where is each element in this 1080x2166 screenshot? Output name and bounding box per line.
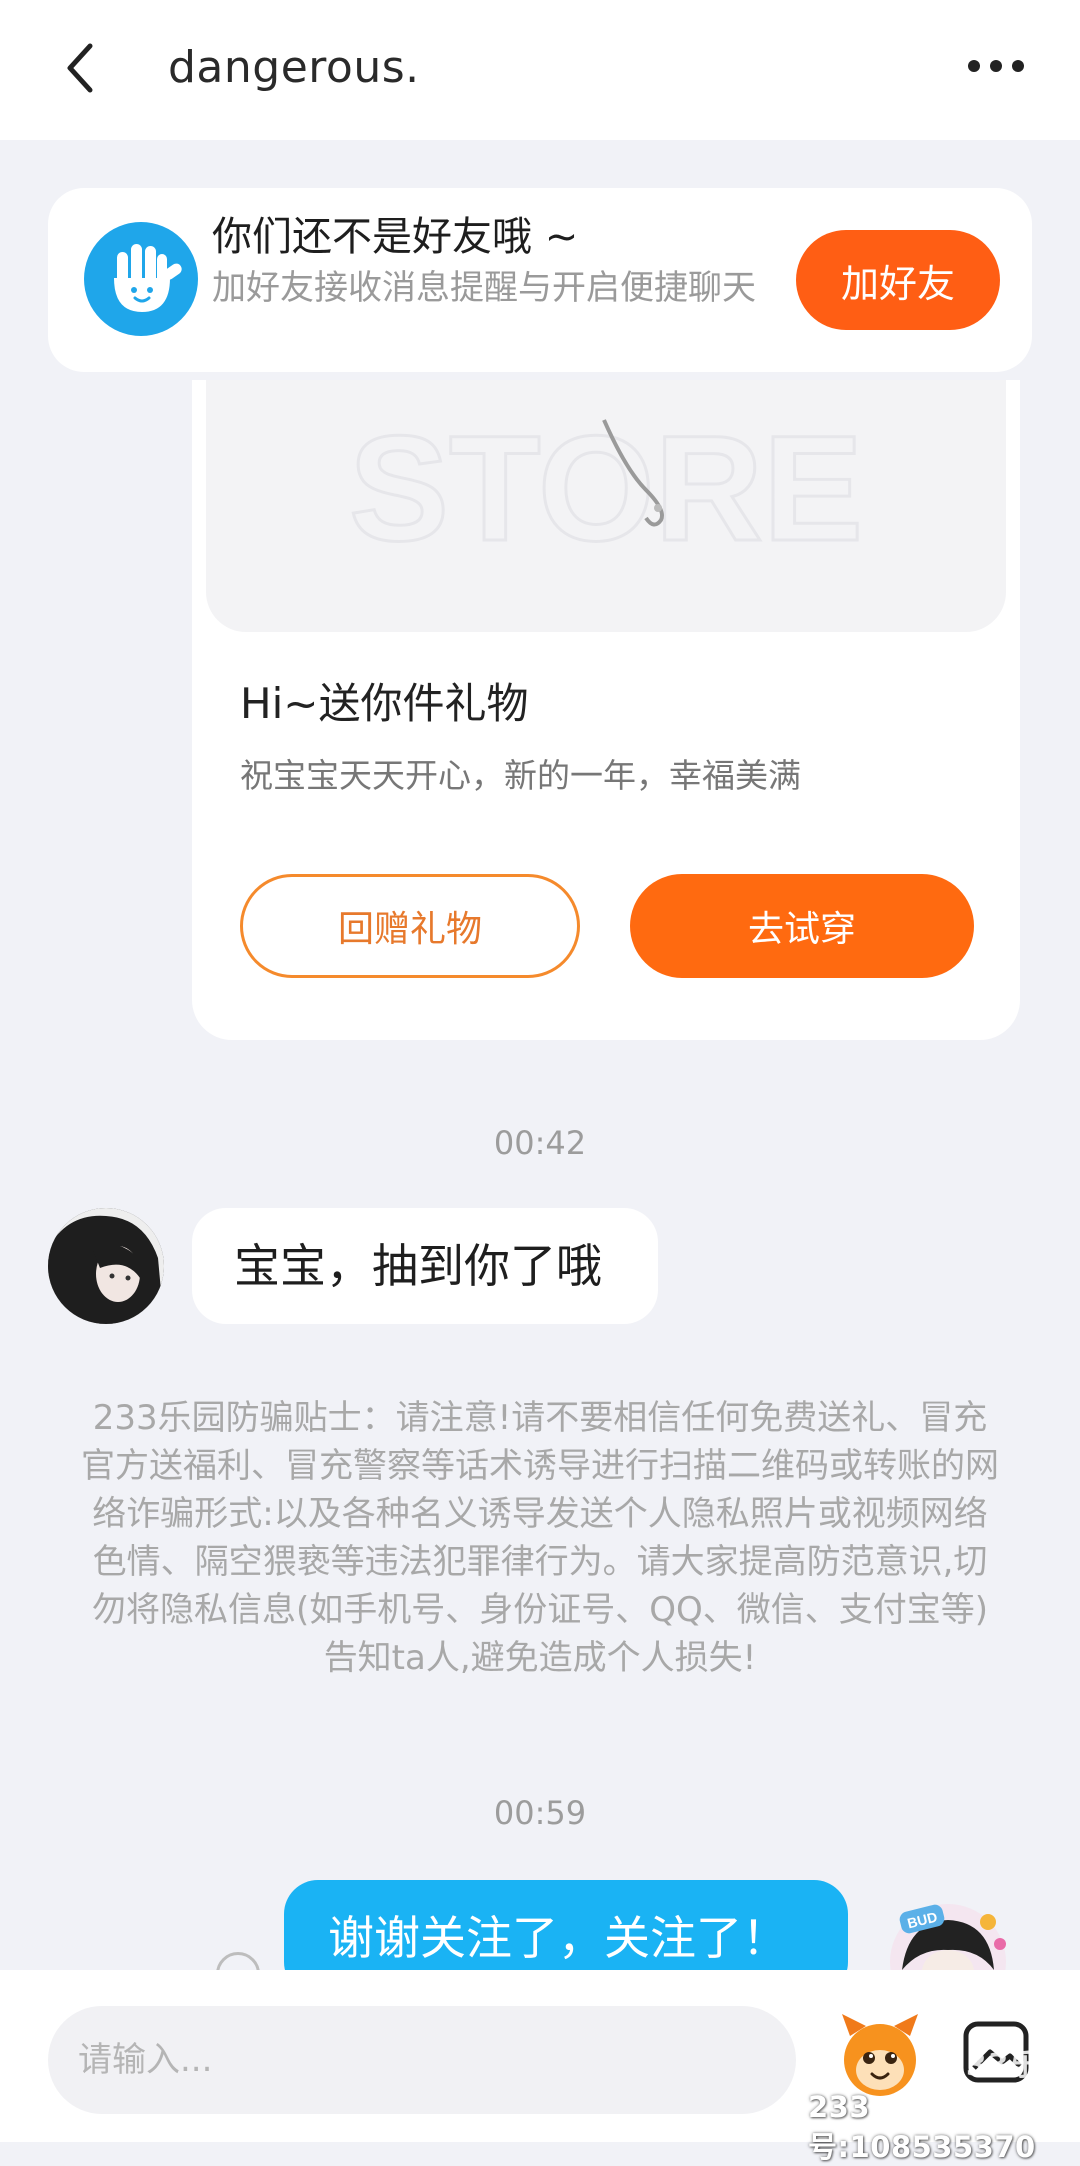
- waving-hand-icon: [84, 222, 198, 336]
- chat-title: dangerous.: [168, 42, 420, 93]
- gift-description: 祝宝宝天天开心，新的一年，幸福美满: [240, 756, 801, 795]
- timestamp: 00:42: [493, 1124, 587, 1162]
- timestamp: 00:59: [493, 1794, 587, 1832]
- gift-card: STORE Hi~送你件礼物 祝宝宝天天开心，新的一年，幸福美满 回赠礼物 去试…: [192, 380, 1020, 1040]
- message-input[interactable]: [48, 2006, 796, 2114]
- top-bar: dangerous.: [0, 0, 1080, 140]
- anti-fraud-notice: 233乐园防骗贴士：请注意!请不要相信任何免费送礼、冒充官方送福利、冒充警察等话…: [81, 1398, 999, 1678]
- friend-banner-title: 你们还不是好友哦 ~: [212, 214, 579, 260]
- watermark-text: 233号:108535370: [808, 2090, 1036, 2164]
- chevron-left-icon[interactable]: [52, 38, 112, 98]
- friend-banner-subtitle: 加好友接收消息提醒与开启便捷聊天: [212, 268, 756, 308]
- try-on-button[interactable]: 去试穿: [630, 874, 974, 978]
- gift-title: Hi~送你件礼物: [240, 679, 529, 728]
- more-dots-icon[interactable]: [964, 46, 1028, 86]
- add-friend-button[interactable]: 加好友: [796, 230, 1000, 330]
- incoming-message-bubble[interactable]: 宝宝，抽到你了哦: [192, 1208, 658, 1324]
- friend-request-banner: 你们还不是好友哦 ~ 加好友接收消息提醒与开启便捷聊天 加好友: [48, 188, 1032, 372]
- mascot-emoji-icon[interactable]: [832, 2006, 928, 2102]
- watermark-logo: 233乐园: [944, 2048, 1072, 2083]
- avatar[interactable]: [48, 1208, 164, 1324]
- return-gift-button[interactable]: 回赠礼物: [240, 874, 580, 978]
- gift-preview-image[interactable]: STORE: [206, 380, 1006, 632]
